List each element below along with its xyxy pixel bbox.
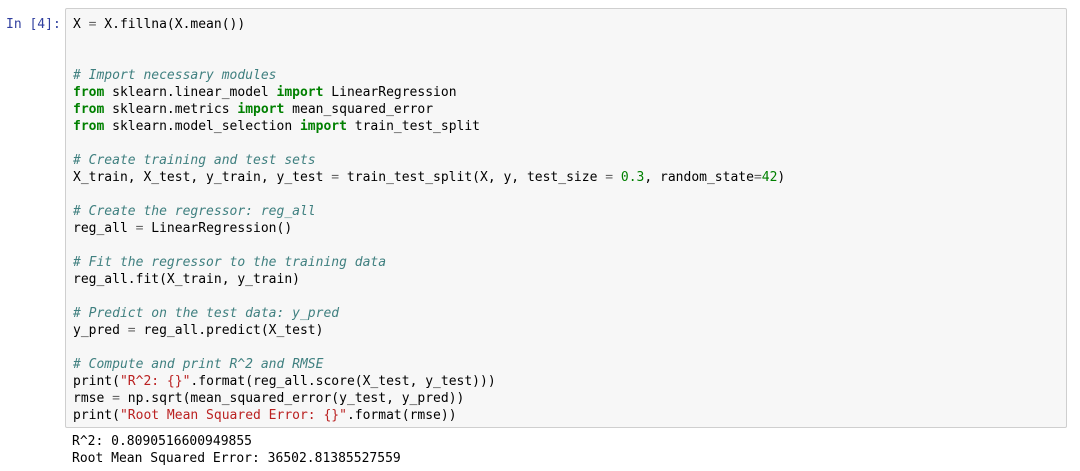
code-line-23: rmse = np.sqrt(mean_squared_error(y_test… [73, 390, 1060, 407]
code-token: rmse [73, 391, 113, 406]
code-token: LinearRegression [323, 85, 457, 100]
code-token: .format(rmse)) [346, 408, 457, 423]
code-token: .format(reg_all.score(X_test, y_test))) [190, 374, 496, 389]
code-operator: = [127, 323, 136, 338]
code-token: LinearRegression() [143, 221, 293, 236]
output-line-r2: R^2: 0.8090516600949855 [72, 434, 253, 449]
code-string: "R^2: {}" [119, 374, 191, 389]
code-keyword: import [276, 85, 324, 100]
code-keyword: from [73, 119, 105, 134]
code-comment: # Compute and print R^2 and RMSE [73, 357, 324, 372]
code-token: , random_state [644, 170, 754, 185]
cell-output: R^2: 0.8090516600949855 Root Mean Squared… [72, 433, 401, 467]
code-keyword: from [73, 102, 105, 117]
code-keyword: from [73, 85, 105, 100]
code-comment: # Predict on the test data: y_pred [73, 306, 340, 321]
code-token: X.fillna(X.mean()) [96, 17, 246, 32]
code-token: y_pred [73, 323, 128, 338]
code-operator: = [753, 170, 762, 185]
code-comment: # Fit the regressor to the training data [73, 255, 387, 270]
code-token: mean_squared_error [284, 102, 434, 117]
code-token: X_train, X_test, y_train, y_test [73, 170, 332, 185]
code-line-15: # Fit the regressor to the training data [73, 254, 1060, 271]
code-line-19: y_pred = reg_all.predict(X_test) [73, 322, 1060, 339]
code-line-4: # Import necessary modules [73, 67, 1060, 84]
code-number: 0.3 [620, 170, 645, 185]
code-token: sklearn.metrics [104, 102, 238, 117]
code-line-6: from sklearn.metrics import mean_squared… [73, 101, 1060, 118]
code-operator: = [112, 391, 120, 406]
code-token: reg_all.fit(X_train, y_train) [73, 272, 300, 287]
code-line-12: # Create the regressor: reg_all [73, 203, 1060, 220]
code-cell-input[interactable]: X = X.fillna(X.mean()) # Import necessary… [65, 8, 1067, 428]
code-comment: # Create training and test sets [73, 153, 316, 168]
code-line-21: # Compute and print R^2 and RMSE [73, 356, 1060, 373]
code-token: sklearn.model_selection [104, 119, 300, 134]
code-line-22: print("R^2: {}".format(reg_all.score(X_t… [73, 373, 1060, 390]
code-line-9: # Create training and test sets [73, 152, 1060, 169]
code-token: print( [73, 374, 120, 389]
code-token: reg_all.predict(X_test) [135, 323, 324, 338]
code-operator: = [605, 170, 614, 185]
code-line-18: # Predict on the test data: y_pred [73, 305, 1060, 322]
code-line-10: X_train, X_test, y_train, y_test = train… [73, 169, 1060, 186]
code-comment: # Create the regressor: reg_all [73, 204, 316, 219]
code-line-13: reg_all = LinearRegression() [73, 220, 1060, 237]
code-line-16: reg_all.fit(X_train, y_train) [73, 271, 1060, 288]
code-token: sklearn.linear_model [104, 85, 277, 100]
code-token: print( [73, 408, 120, 423]
code-keyword: import [299, 119, 347, 134]
code-number: 42 [761, 170, 778, 185]
code-token: np.sqrt(mean_squared_error(y_test, y_pre… [119, 391, 465, 406]
code-token: train_test_split [346, 119, 481, 134]
code-editor[interactable]: X = X.fillna(X.mean()) # Import necessary… [66, 9, 1066, 424]
code-line-5: from sklearn.linear_model import LinearR… [73, 84, 1060, 101]
code-token: reg_all [73, 221, 136, 236]
code-token: train_test_split(X, y, test_size [339, 170, 606, 185]
code-operator: = [331, 170, 340, 185]
code-token: X [73, 17, 89, 32]
code-line-1: X = X.fillna(X.mean()) [73, 16, 1060, 33]
code-keyword: import [237, 102, 285, 117]
code-comment: # Import necessary modules [73, 68, 277, 83]
code-line-7: from sklearn.model_selection import trai… [73, 118, 1060, 135]
output-line-rmse: Root Mean Squared Error: 36502.813855275… [72, 451, 401, 466]
code-string: "Root Mean Squared Error: {}" [119, 408, 347, 423]
input-prompt: In [4]: [6, 17, 61, 32]
code-token: ) [777, 170, 786, 185]
notebook: In [4]: X = X.fillna(X.mean()) # Import n… [0, 0, 1080, 471]
code-line-24: print("Root Mean Squared Error: {}".form… [73, 407, 1060, 424]
